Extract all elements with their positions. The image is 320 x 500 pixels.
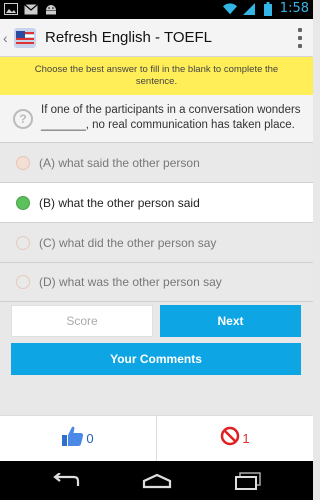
- recent-apps-icon[interactable]: [228, 466, 268, 496]
- wifi-icon: [222, 2, 237, 16]
- status-time: 1:58: [279, 1, 309, 16]
- status-bar: 1:58: [0, 0, 313, 19]
- email-icon: [24, 2, 38, 16]
- question-text: If one of the participants in a conversa…: [41, 104, 301, 131]
- like-button[interactable]: 0: [0, 416, 156, 461]
- option-c[interactable]: (C) what did the other person say: [0, 222, 313, 262]
- question-area: ? If one of the participants in a conver…: [0, 95, 313, 142]
- overflow-menu-icon[interactable]: [297, 28, 303, 48]
- feedback-bar: 0 1: [0, 415, 313, 461]
- android-icon: [44, 2, 58, 16]
- image-icon: [4, 2, 18, 16]
- option-b[interactable]: (B) what the other person said: [0, 182, 313, 222]
- system-nav-bar: [0, 461, 313, 500]
- option-label: (B) what the other person said: [39, 195, 200, 210]
- option-d[interactable]: (D) what was the other person say: [0, 262, 313, 302]
- score-button[interactable]: Score: [11, 305, 153, 337]
- radio-a[interactable]: [16, 155, 30, 170]
- help-icon[interactable]: ?: [13, 109, 33, 129]
- status-notifications: [4, 2, 58, 16]
- home-icon[interactable]: [137, 466, 177, 496]
- option-label: (C) what did the other person say: [39, 235, 217, 250]
- next-button[interactable]: Next: [160, 305, 301, 337]
- your-comments-button[interactable]: Your Comments: [11, 343, 301, 375]
- app-title: Refresh English - TOEFL: [45, 29, 213, 46]
- battery-icon: [261, 1, 275, 16]
- instruction-text: Choose the best answer to fill in the bl…: [34, 64, 279, 87]
- thumbs-up-icon: [62, 426, 84, 451]
- back-icon[interactable]: [46, 466, 86, 496]
- app-logo-icon[interactable]: [13, 26, 37, 50]
- dislike-count: 1: [242, 431, 250, 446]
- dislike-button[interactable]: 1: [156, 416, 313, 461]
- option-a[interactable]: (A) what said the other person: [0, 142, 313, 182]
- instruction-banner: Choose the best answer to fill in the bl…: [0, 57, 313, 95]
- status-system: 1:58: [222, 1, 309, 16]
- radio-b[interactable]: [16, 195, 30, 210]
- answer-options: (A) what said the other person (B) what …: [0, 142, 313, 302]
- radio-c[interactable]: [16, 235, 30, 250]
- radio-d[interactable]: [16, 275, 30, 289]
- option-label: (A) what said the other person: [39, 155, 200, 170]
- prohibited-icon: [220, 426, 240, 451]
- action-bar: ‹ Refresh English - TOEFL: [0, 19, 313, 57]
- signal-icon: [242, 2, 256, 16]
- like-count: 0: [86, 431, 94, 446]
- back-chevron-icon[interactable]: ‹: [3, 30, 13, 46]
- option-label: (D) what was the other person say: [39, 275, 222, 289]
